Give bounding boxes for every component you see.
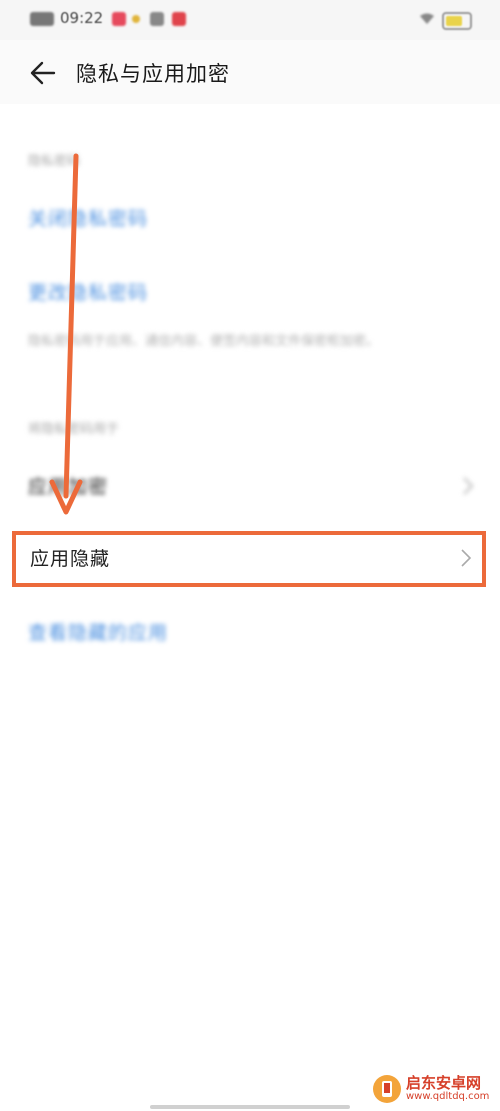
settings-content: 隐私密码 关闭隐私密码 更改隐私密码 隐私密码用于应用、通信内容、便签内容和文件… xyxy=(0,104,500,1111)
page-title: 隐私与应用加密 xyxy=(76,62,230,86)
privacy-password-description: 隐私密码用于应用、通信内容、便签内容和文件保密柜加密。 xyxy=(28,334,380,349)
status-time: 09:22 xyxy=(60,9,104,27)
watermark: 启东安卓网 www.qdltdq.com xyxy=(372,1072,496,1108)
gallery-icon xyxy=(150,12,164,26)
section-label-use-for: 将隐私密码用于 xyxy=(28,422,120,437)
home-indicator[interactable] xyxy=(150,1105,350,1109)
watermark-url: www.qdltdq.com xyxy=(406,1091,490,1102)
status-bar: 09:22 xyxy=(0,0,500,40)
notification-icon xyxy=(112,12,126,26)
chevron-right-icon xyxy=(461,549,472,567)
phone-logo-icon xyxy=(373,1075,401,1103)
app-encrypt-label: 应用加密 xyxy=(28,476,109,498)
change-password-link[interactable]: 更改隐私密码 xyxy=(28,278,148,305)
heart-icon xyxy=(172,12,186,26)
arrow-left-icon[interactable] xyxy=(28,58,58,88)
app-hide-label: 应用隐藏 xyxy=(30,548,111,570)
app-encrypt-row[interactable]: 应用加密 xyxy=(0,460,500,512)
wifi-icon xyxy=(420,13,434,24)
signal-icon xyxy=(30,12,54,26)
disable-password-link[interactable]: 关闭隐私密码 xyxy=(28,204,148,231)
view-hidden-apps-link[interactable]: 查看隐藏的应用 xyxy=(28,618,168,645)
watermark-name: 启东安卓网 xyxy=(406,1074,482,1092)
app-hide-row[interactable]: 应用隐藏 xyxy=(12,531,486,587)
section-label-privacy-password: 隐私密码 xyxy=(28,154,81,169)
chevron-right-icon xyxy=(463,477,474,495)
location-dot-icon xyxy=(132,15,140,23)
app-header: 隐私与应用加密 xyxy=(0,40,500,104)
battery-icon xyxy=(442,12,472,30)
